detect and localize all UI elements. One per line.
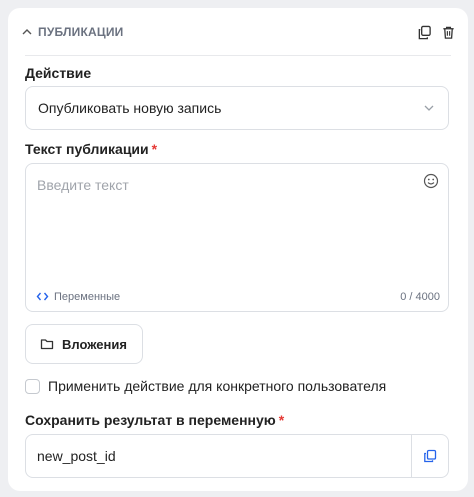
- save-result-value: new_post_id: [37, 448, 116, 464]
- post-text-label-text: Текст публикации: [25, 141, 149, 157]
- code-icon: [36, 292, 49, 301]
- variables-button[interactable]: Переменные: [36, 290, 120, 303]
- copy-variable-button[interactable]: [411, 435, 448, 477]
- duplicate-button[interactable]: [416, 24, 432, 40]
- folder-icon: [40, 339, 54, 350]
- section-header: ПУБЛИКАЦИИ: [21, 22, 456, 42]
- copy-icon: [418, 25, 431, 39]
- specific-user-label: Применить действие для конкретного польз…: [48, 378, 387, 394]
- post-text-label: Текст публикации *: [25, 141, 157, 157]
- action-label-text: Действие: [25, 65, 92, 81]
- specific-user-checkbox[interactable]: [25, 378, 40, 394]
- post-text-area[interactable]: Введите текст Переменные 0 / 4000: [25, 163, 449, 312]
- action-label: Действие: [25, 65, 91, 81]
- chevron-up-icon: [22, 29, 32, 35]
- variables-label: Переменные: [54, 290, 121, 303]
- action-select[interactable]: Опубликовать новую запись: [25, 86, 449, 130]
- delete-button[interactable]: [440, 24, 456, 40]
- copy-icon: [424, 449, 437, 463]
- publication-card: ПУБЛИКАЦИИ Действие Опубликовать новую з…: [8, 8, 468, 491]
- save-result-input[interactable]: new_post_id: [25, 434, 449, 478]
- required-mark: *: [151, 141, 158, 157]
- trash-icon: [442, 26, 454, 39]
- attachments-label: Вложения: [62, 336, 127, 352]
- action-select-value: Опубликовать новую запись: [38, 100, 222, 116]
- attachments-button[interactable]: Вложения: [25, 324, 143, 364]
- collapse-toggle[interactable]: ПУБЛИКАЦИИ: [21, 25, 123, 39]
- save-result-label: Сохранить результат в переменную *: [25, 412, 284, 428]
- post-text-placeholder: Введите текст: [37, 177, 129, 193]
- chevron-down-icon: [424, 105, 434, 111]
- required-mark: *: [278, 412, 285, 428]
- header-divider: [25, 55, 451, 56]
- header-actions: [416, 24, 456, 40]
- section-title: ПУБЛИКАЦИИ: [38, 25, 124, 39]
- specific-user-row: Применить действие для конкретного польз…: [25, 378, 386, 394]
- save-result-label-text: Сохранить результат в переменную: [25, 412, 276, 428]
- char-counter: 0 / 4000: [400, 291, 440, 303]
- emoji-icon[interactable]: [423, 173, 439, 189]
